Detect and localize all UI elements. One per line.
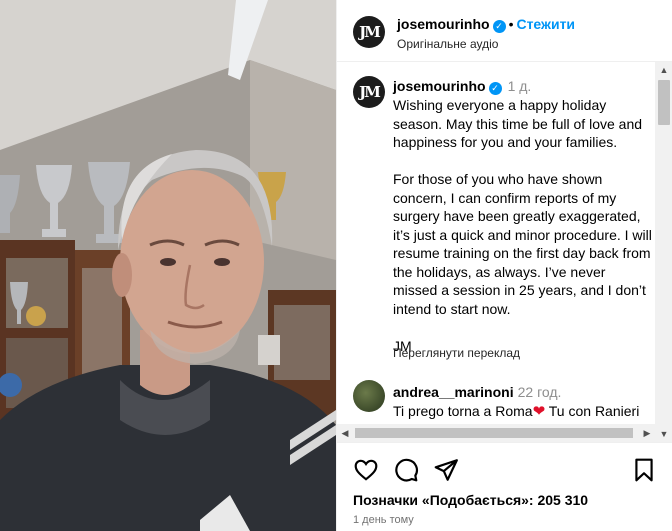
comment-timestamp: 22 год. — [517, 384, 562, 400]
caption-text: Wishing everyone a happy holiday season.… — [393, 97, 652, 354]
paper-plane-icon[interactable] — [433, 457, 459, 483]
caption-header: josemourinho ✓ 1 д. — [393, 78, 531, 95]
likes-count[interactable]: Позначки «Подобається»: 205 310 — [353, 492, 588, 508]
see-translation-link[interactable]: Переглянути переклад — [393, 346, 520, 360]
vertical-scrollbar[interactable]: ▲ ▼ — [655, 62, 672, 442]
separator-dot: • — [508, 16, 514, 32]
scroll-right-arrow-icon[interactable]: ▶ — [639, 424, 655, 442]
comment-header: andrea__marinoni 22 год. — [393, 384, 561, 400]
comments-scroll-area[interactable]: JM josemourinho ✓ 1 д. Wishing everyone a … — [337, 62, 672, 442]
verified-badge-icon: ✓ — [492, 20, 506, 33]
scroll-down-arrow-icon[interactable]: ▼ — [655, 426, 672, 442]
post-actions: Позначки «Подобається»: 205 310 1 день т… — [337, 442, 672, 531]
author-avatar[interactable]: JM — [353, 16, 385, 48]
scroll-left-arrow-icon[interactable]: ◀ — [337, 424, 353, 442]
bookmark-icon[interactable] — [631, 457, 657, 483]
speech-bubble-icon[interactable] — [393, 457, 419, 483]
caption-username[interactable]: josemourinho — [393, 78, 486, 94]
comment-username[interactable]: andrea__marinoni — [393, 384, 514, 400]
follow-button[interactable]: Стежити — [516, 16, 575, 32]
post-panel: JM josemourinho ✓ • Стежити Оригінальне ауд… — [336, 0, 672, 531]
caption-avatar[interactable]: JM — [353, 76, 385, 108]
horizontal-scrollbar[interactable]: ◀ ▶ — [337, 424, 655, 442]
caption-timestamp[interactable]: 1 д. — [508, 78, 532, 94]
post-date[interactable]: 1 день тому — [353, 514, 414, 526]
heart-outline-icon[interactable] — [353, 457, 379, 483]
author-line: josemourinho ✓ • Стежити — [397, 16, 575, 33]
video-frame-illustration — [0, 0, 336, 531]
horizontal-scroll-thumb[interactable] — [355, 428, 633, 438]
reel-video[interactable] — [0, 0, 336, 531]
post-header: JM josemourinho ✓ • Стежити Оригінальне ауд… — [337, 0, 672, 62]
commenter-avatar[interactable] — [353, 380, 385, 412]
vertical-scroll-thumb[interactable] — [658, 80, 670, 125]
comment-text-start: Ti prego torna a Roma — [393, 403, 533, 419]
red-heart-emoji: ❤ — [532, 403, 546, 420]
scroll-up-arrow-icon[interactable]: ▲ — [655, 62, 672, 78]
verified-badge-icon: ✓ — [488, 82, 502, 95]
author-username[interactable]: josemourinho — [397, 16, 490, 32]
original-audio-link[interactable]: Оригінальне аудіо — [397, 37, 498, 51]
